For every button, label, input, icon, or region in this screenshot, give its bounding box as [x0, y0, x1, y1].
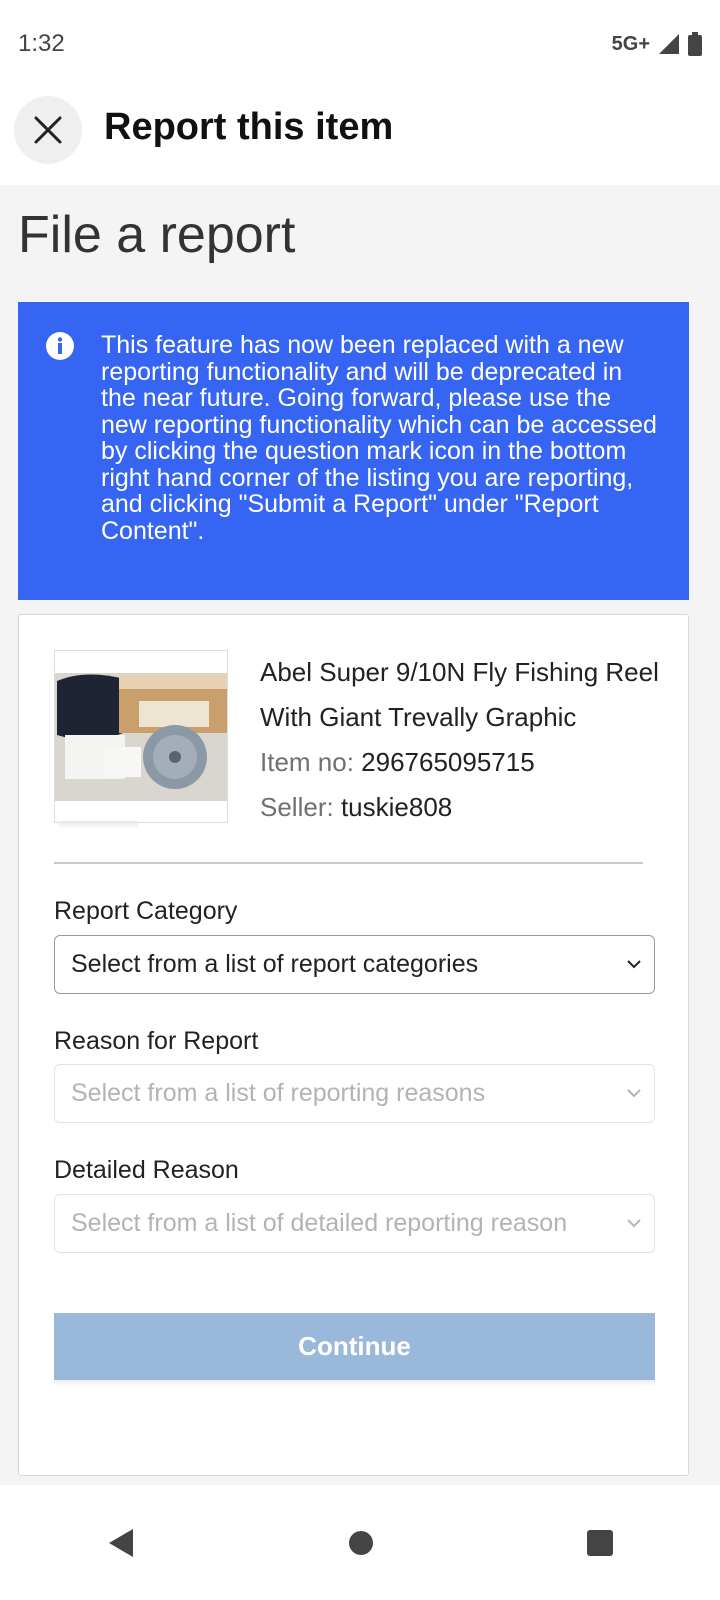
info-banner: This feature has now been replaced with … [18, 302, 689, 600]
home-icon[interactable] [347, 1529, 375, 1557]
recents-icon[interactable] [586, 1529, 614, 1557]
detailed-reason-select[interactable]: Select from a list of detailed reporting… [54, 1194, 655, 1253]
back-icon[interactable] [106, 1527, 136, 1559]
page-heading: File a report [18, 206, 296, 264]
divider [54, 862, 643, 864]
battery-icon [688, 32, 702, 56]
app-bar: Report this item [0, 88, 720, 185]
item-info: Abel Super 9/10N Fly Fishing Reel With G… [260, 650, 660, 830]
reason-label: Reason for Report [54, 1027, 259, 1055]
continue-button-shadow [54, 1380, 655, 1386]
status-bar: 1:32 5G+ [0, 0, 720, 88]
seller-row: Seller: tuskie808 [260, 785, 660, 830]
info-icon [46, 332, 74, 360]
content-area: File a report This feature has now been … [0, 185, 720, 1485]
chevron-down-icon [627, 1089, 641, 1098]
seller-value: tuskie808 [340, 792, 453, 822]
continue-button[interactable]: Continue [54, 1313, 655, 1380]
chevron-down-icon [627, 1219, 641, 1228]
app-title: Report this item [104, 106, 394, 148]
report-category-select[interactable]: Select from a list of report categories [54, 935, 655, 994]
status-time: 1:32 [18, 30, 65, 57]
reason-value: Select from a list of reporting reasons [71, 1079, 486, 1107]
status-icons: 5G+ [612, 32, 702, 56]
network-label: 5G+ [611, 32, 650, 55]
item-number-label: Item no: [260, 747, 354, 777]
item-thumbnail[interactable] [54, 650, 228, 823]
seller-label: Seller: [260, 792, 334, 822]
item-number-value: 296765095715 [361, 747, 535, 777]
item-title[interactable]: Abel Super 9/10N Fly Fishing Reel With G… [260, 650, 660, 740]
detailed-reason-value: Select from a list of detailed reporting… [71, 1209, 568, 1237]
product-image [55, 651, 227, 822]
detailed-reason-label: Detailed Reason [54, 1156, 239, 1184]
thumbnail-shadow [59, 821, 139, 829]
close-button[interactable] [14, 96, 82, 164]
report-category-value: Select from a list of report categories [71, 950, 479, 978]
close-icon [34, 116, 62, 144]
report-card: Abel Super 9/10N Fly Fishing Reel With G… [18, 614, 689, 1476]
chevron-down-icon [627, 960, 641, 969]
item-number-row: Item no: 296765095715 [260, 740, 660, 785]
info-banner-text: This feature has now been replaced with … [101, 331, 657, 545]
report-category-label: Report Category [54, 897, 238, 925]
reason-select[interactable]: Select from a list of reporting reasons [54, 1064, 655, 1123]
system-nav-bar [0, 1485, 720, 1600]
signal-icon [659, 34, 679, 54]
